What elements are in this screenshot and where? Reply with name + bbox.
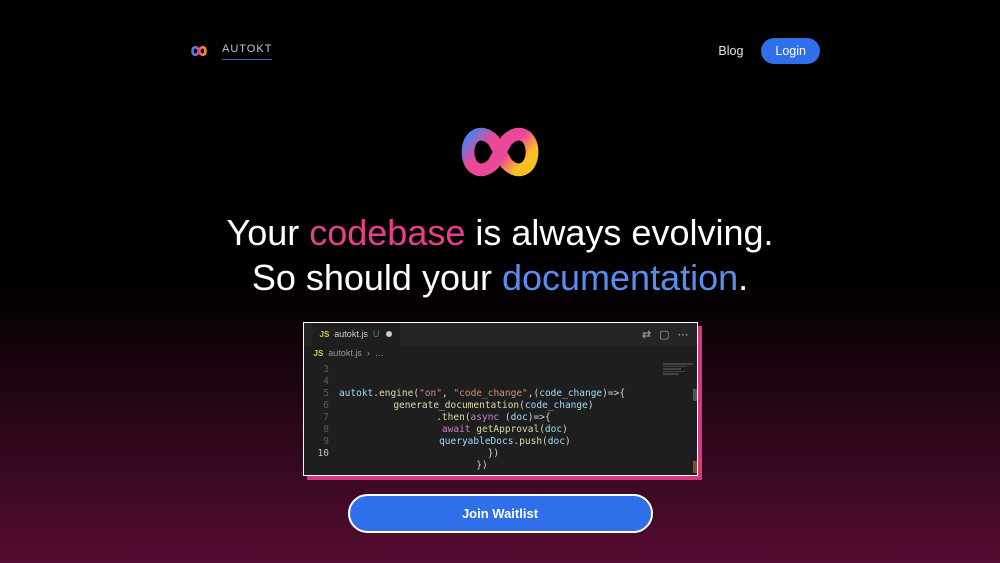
line-numbers: 3 4 5 6 7 8 9 10 [304,361,339,475]
tab-modified-dot-icon [386,331,392,337]
infinity-logo-large-icon [436,119,564,185]
headline-text: . [738,257,748,298]
code-token: code_change [525,400,588,411]
editor-breadcrumb: JS autokt.js › … [304,345,697,361]
code-token: "code_change" [453,388,527,399]
code-token: engine [379,388,413,399]
breadcrumb-separator: › [367,348,370,358]
infinity-logo-icon [186,44,212,58]
compare-icon[interactable]: ⇄ [642,328,651,341]
join-waitlist-button[interactable]: Join Waitlist [348,494,653,533]
scrollbar-thumb[interactable] [693,389,697,401]
breadcrumb-more: … [375,348,384,358]
headline-text: Your [226,212,309,253]
code-token: doc [511,412,528,423]
tab-bar-actions: ⇄ ▢ ⋯ [642,328,689,341]
editor-tab[interactable]: JS autokt.js U [312,323,401,345]
code-editor-window: JS autokt.js U ⇄ ▢ ⋯ JS autokt.js › … 3 … [303,322,698,476]
line-num: 3 [318,364,329,376]
split-editor-icon[interactable]: ▢ [659,328,669,341]
code-token: async [471,412,500,423]
headline-text: So should your [252,257,502,298]
code-content: autokt.engine("on", "code_change",(code_… [339,361,625,475]
header: AUTOKT Blog Login [0,0,1000,64]
logo-group[interactable]: AUTOKT [186,43,272,60]
code-body: 3 4 5 6 7 8 9 10 autokt.engine("on", "co… [304,361,697,475]
hero: Your codebase is always evolving. So sho… [0,119,1000,533]
blog-link[interactable]: Blog [718,44,743,58]
js-file-icon: JS [314,349,324,358]
code-token: then [442,412,465,423]
code-token: generate_documentation [393,400,519,411]
code-token: doc [545,424,562,435]
line-num: 5 [318,388,329,400]
breadcrumb-filename: autokt.js [328,348,362,358]
code-token: autokt [339,388,373,399]
minimap [663,363,693,383]
headline-text: is always evolving. [465,212,773,253]
code-token: code_change [539,388,602,399]
brand-name: AUTOKT [222,43,272,60]
code-token: getApproval [476,424,539,435]
code-token: "on" [419,388,442,399]
code-token: await [442,424,471,435]
tab-unsaved-indicator: U [373,329,380,339]
login-button[interactable]: Login [761,38,820,64]
code-token: queryableDocs [439,436,513,447]
line-num: 7 [318,412,329,424]
line-num: 10 [318,448,329,460]
headline: Your codebase is always evolving. So sho… [0,210,1000,300]
code-token: doc [548,436,565,447]
tab-filename: autokt.js [334,329,368,339]
line-num: 6 [318,400,329,412]
js-file-icon: JS [320,330,330,339]
more-actions-icon[interactable]: ⋯ [678,328,689,341]
editor-tab-bar: JS autokt.js U ⇄ ▢ ⋯ [304,323,697,345]
nav-right: Blog Login [718,38,820,64]
headline-highlight-documentation: documentation [502,257,738,298]
line-num: 8 [318,424,329,436]
line-num: 4 [318,376,329,388]
headline-highlight-codebase: codebase [309,212,465,253]
scrollbar-thumb[interactable] [693,461,697,473]
code-token: push [519,436,542,447]
line-num: 9 [318,436,329,448]
